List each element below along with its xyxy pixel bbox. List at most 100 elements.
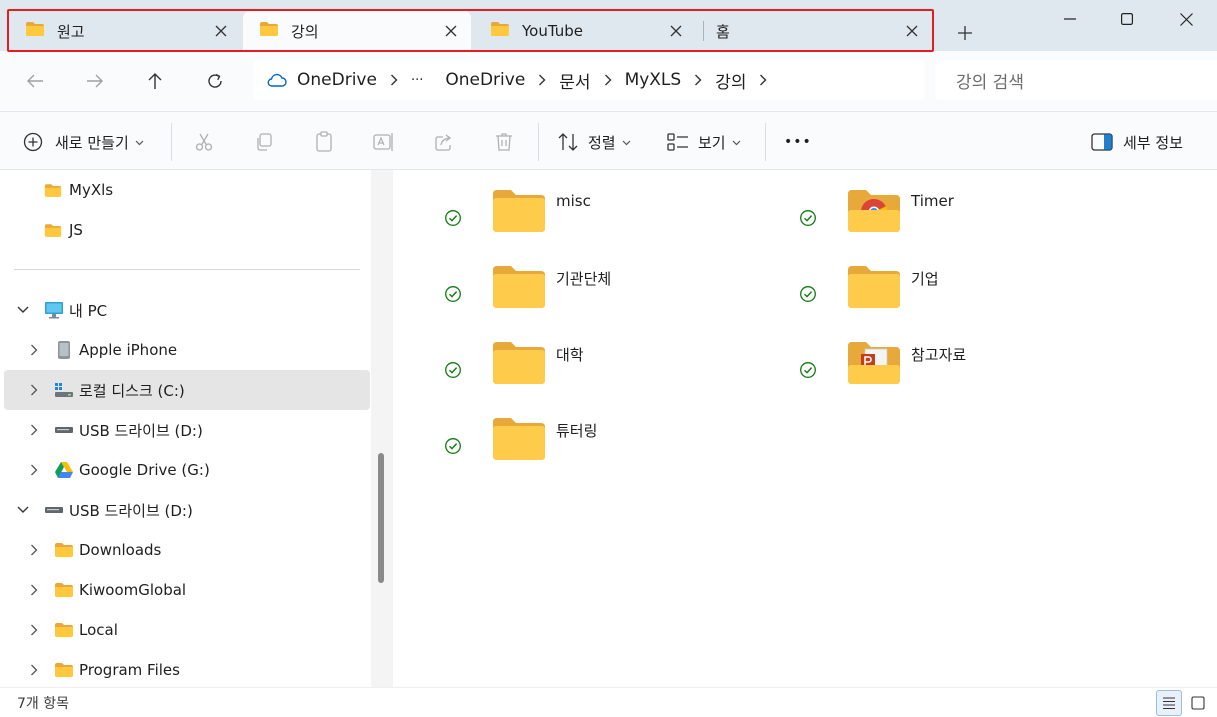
maximize-button[interactable]: [1099, 0, 1155, 38]
close-icon[interactable]: [207, 17, 235, 45]
rename-button[interactable]: [364, 124, 404, 160]
cloud-icon: [267, 73, 287, 87]
arrow-left-icon: [27, 74, 43, 88]
title-bar: 원고 강의 YouTube 홈: [0, 0, 1217, 52]
breadcrumb-documents[interactable]: 문서: [559, 68, 590, 93]
folder-item[interactable]: misc: [444, 189, 774, 253]
sync-check-icon: [444, 285, 462, 303]
clipboard-icon: [316, 131, 332, 152]
close-icon[interactable]: [437, 17, 465, 45]
folder-name: 기관단체: [556, 270, 612, 288]
up-button[interactable]: [135, 63, 175, 99]
breadcrumb-onedrive-root[interactable]: OneDrive: [297, 70, 377, 90]
details-pane-button[interactable]: 세부 정보: [1091, 124, 1183, 160]
nav-item-myxls[interactable]: MyXls: [4, 170, 370, 210]
breadcrumb-myxls[interactable]: MyXLS: [625, 70, 682, 90]
nav-item-usb-drive-d[interactable]: USB 드라이브 (D:): [4, 410, 370, 450]
chevron-right-icon[interactable]: [591, 74, 625, 86]
folder-item[interactable]: 튜터링: [444, 417, 774, 481]
refresh-button[interactable]: [195, 63, 235, 99]
paste-button[interactable]: [304, 124, 344, 160]
nav-item-js[interactable]: JS: [4, 210, 370, 250]
share-button[interactable]: [424, 124, 464, 160]
nav-label: Downloads: [79, 541, 162, 559]
search-input[interactable]: 강의 검색: [935, 60, 1217, 100]
minimize-button[interactable]: [1042, 0, 1098, 38]
tiles-view-button[interactable]: [1185, 690, 1211, 716]
folder-item[interactable]: Timer: [799, 189, 1129, 253]
chevron-right-icon[interactable]: [26, 582, 42, 598]
close-window-button[interactable]: [1158, 0, 1214, 38]
more-icon: •••: [784, 134, 812, 150]
chevron-right-icon[interactable]: [377, 74, 411, 86]
chevron-down-icon: [622, 134, 631, 150]
folder-name: 대학: [556, 346, 584, 364]
chevron-down-icon[interactable]: [15, 502, 31, 518]
tab-강의[interactable]: 강의: [243, 11, 471, 51]
nav-item-kiwoomglobal[interactable]: KiwoomGlobal: [4, 570, 370, 610]
breadcrumb-lecture[interactable]: 강의: [715, 68, 746, 93]
details-view-button[interactable]: [1156, 690, 1182, 716]
tab-youtube[interactable]: YouTube: [474, 11, 696, 51]
divider: [538, 123, 539, 161]
copy-button[interactable]: [244, 124, 284, 160]
nav-scrollbar-thumb[interactable]: [378, 453, 384, 583]
chevron-right-icon[interactable]: [26, 462, 42, 478]
tab-label: YouTube: [522, 22, 583, 40]
tab-원고[interactable]: 원고: [9, 11, 241, 51]
new-button[interactable]: 새로 만들기: [23, 124, 144, 160]
nav-label: USB 드라이브 (D:): [79, 421, 203, 440]
nav-item-usb-drive-d-root[interactable]: USB 드라이브 (D:): [4, 490, 370, 530]
nav-item-local[interactable]: Local: [4, 610, 370, 650]
chevron-right-icon[interactable]: [681, 74, 715, 86]
chevron-right-icon[interactable]: [26, 342, 42, 358]
close-icon[interactable]: [898, 17, 926, 45]
refresh-icon: [208, 73, 222, 88]
tab-label: 원고: [57, 22, 85, 41]
more-options-button[interactable]: •••: [784, 124, 812, 160]
nav-item-apple-iphone[interactable]: Apple iPhone: [4, 330, 370, 370]
folder-item[interactable]: 참고자료: [799, 341, 1129, 405]
folder-item[interactable]: 기업: [799, 265, 1129, 329]
sort-button[interactable]: 정렬: [557, 124, 631, 160]
chevron-right-icon[interactable]: [26, 422, 42, 438]
chevron-right-icon[interactable]: [26, 382, 42, 398]
close-icon: [1179, 12, 1193, 26]
nav-scrollbar[interactable]: [371, 170, 393, 687]
breadcrumb[interactable]: OneDrive ··· OneDrive 문서 MyXLS 강의: [253, 60, 925, 100]
chevron-right-icon[interactable]: [525, 74, 559, 86]
folder-name: Timer: [911, 192, 954, 210]
rename-icon: [373, 133, 393, 151]
nav-item-downloads[interactable]: Downloads: [4, 530, 370, 570]
back-button[interactable]: [15, 63, 55, 99]
share-icon: [435, 134, 452, 151]
nav-label: USB 드라이브 (D:): [69, 501, 193, 520]
breadcrumb-ellipsis[interactable]: ···: [411, 73, 423, 88]
nav-item-program-files[interactable]: Program Files: [4, 650, 370, 687]
nav-item-this-pc[interactable]: 내 PC: [4, 290, 370, 330]
chevron-right-icon[interactable]: [746, 74, 780, 86]
folder-item[interactable]: 기관단체: [444, 265, 774, 329]
folder-name: 참고자료: [911, 346, 967, 364]
monitor-icon: [44, 301, 64, 319]
nav-item-local-disk-c[interactable]: 로컬 디스크 (C:): [4, 370, 370, 410]
chevron-down-icon[interactable]: [15, 302, 31, 318]
chevron-right-icon[interactable]: [26, 542, 42, 558]
delete-button[interactable]: [484, 124, 524, 160]
folder-item[interactable]: 대학: [444, 341, 774, 405]
file-list: misc Timer 기관단체 기업 대학 참고자료 튜터링: [393, 170, 1217, 687]
chevron-right-icon[interactable]: [26, 662, 42, 678]
folder-icon: [492, 189, 546, 237]
chevron-right-icon[interactable]: [26, 622, 42, 638]
view-icon: [667, 132, 689, 152]
view-button[interactable]: 보기: [667, 124, 741, 160]
close-icon[interactable]: [662, 17, 690, 45]
new-tab-button[interactable]: [951, 19, 979, 47]
tab-홈[interactable]: 홈: [704, 11, 932, 51]
address-bar: OneDrive ··· OneDrive 문서 MyXLS 강의 강의 검색: [0, 51, 1217, 111]
nav-item-google-drive-g[interactable]: Google Drive (G:): [4, 450, 370, 490]
sync-check-icon: [444, 361, 462, 379]
forward-button[interactable]: [75, 63, 115, 99]
cut-button[interactable]: [184, 124, 224, 160]
breadcrumb-onedrive[interactable]: OneDrive: [445, 70, 525, 90]
